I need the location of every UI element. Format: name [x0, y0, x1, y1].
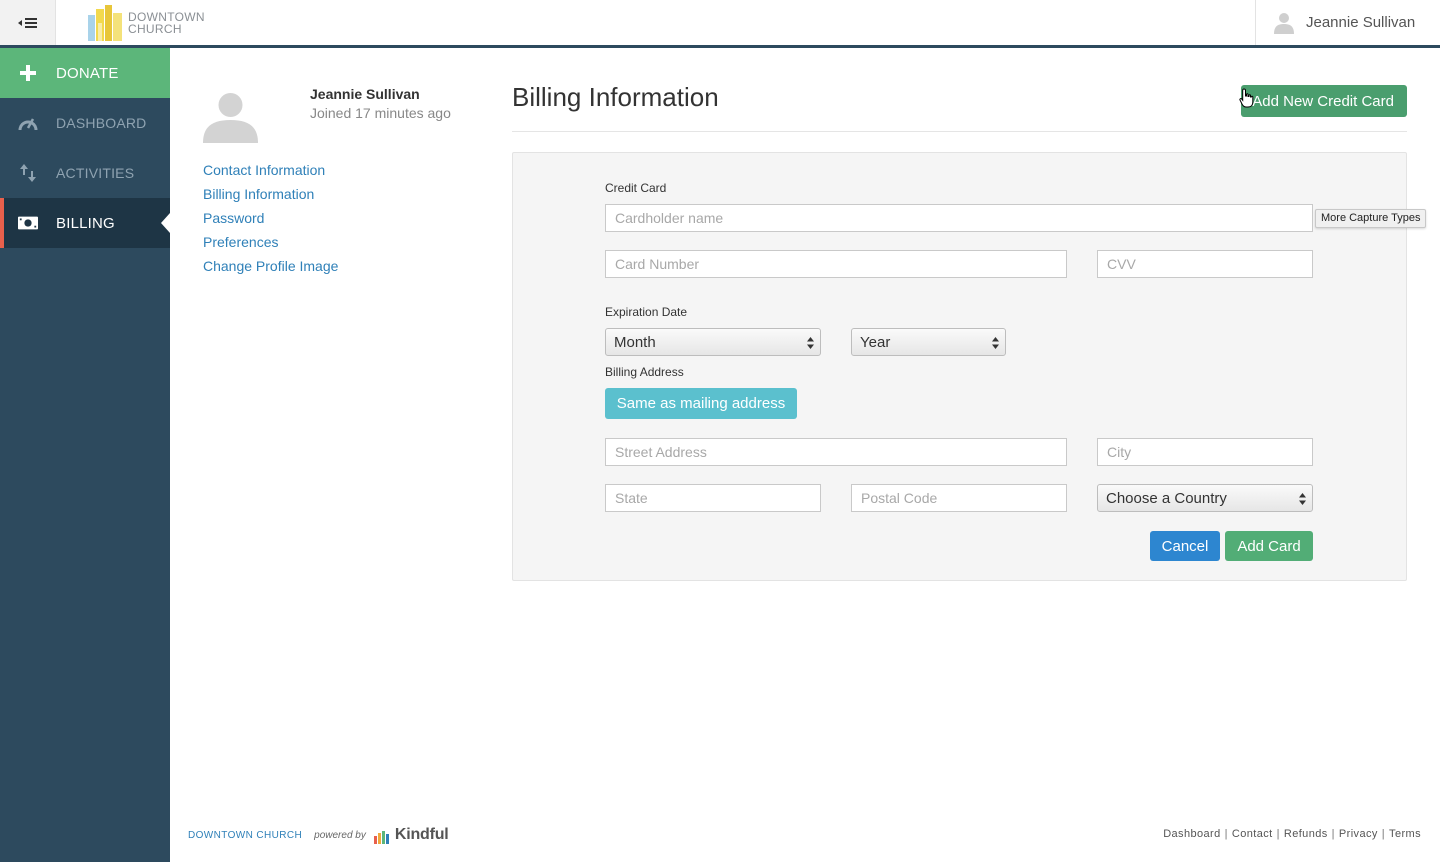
link-preferences[interactable]: Preferences: [203, 234, 278, 250]
sidebar-item-label: BILLING: [56, 214, 115, 232]
sidebar-item-label: DONATE: [56, 64, 119, 82]
link-password[interactable]: Password: [203, 210, 264, 226]
footer-link-dashboard[interactable]: Dashboard: [1163, 828, 1220, 840]
month-select-value: Month: [614, 333, 656, 351]
gauge-icon: [18, 113, 38, 133]
user-avatar-icon: [1274, 12, 1294, 34]
more-capture-types-tooltip: More Capture Types: [1315, 209, 1427, 228]
logo[interactable]: DOWNTOWN CHURCH: [86, 3, 205, 43]
cvv-input[interactable]: [1097, 250, 1313, 278]
year-select[interactable]: Year: [851, 328, 1006, 356]
month-select[interactable]: Month: [605, 328, 821, 356]
credit-card-label: Credit Card: [605, 181, 667, 195]
kindful-wordmark: Kindful: [394, 826, 449, 843]
add-new-credit-card-button[interactable]: Add New Credit Card: [1241, 85, 1407, 117]
footer-separator: |: [1331, 828, 1335, 840]
sidebar-item-donate[interactable]: DONATE: [0, 48, 170, 98]
logo-line-2: CHURCH: [128, 22, 182, 36]
state-input[interactable]: [605, 484, 821, 512]
plus-icon: [18, 63, 38, 83]
card-number-input[interactable]: [605, 250, 1067, 278]
same-as-mailing-address-button[interactable]: Same as mailing address: [605, 388, 797, 419]
sidebar-item-activities[interactable]: ACTIVITIES: [0, 148, 170, 198]
logo-text: DOWNTOWN CHURCH: [128, 11, 205, 35]
country-select[interactable]: Choose a Country: [1097, 484, 1313, 512]
user-silhouette-icon: [203, 93, 258, 143]
collapse-menu-icon: [17, 17, 37, 28]
avatar[interactable]: [203, 88, 258, 143]
profile-joined-text: Joined 17 minutes ago: [310, 105, 451, 121]
select-arrows-icon: [1299, 493, 1306, 505]
link-change-profile-image[interactable]: Change Profile Image: [203, 258, 338, 274]
cancel-button[interactable]: Cancel: [1150, 531, 1220, 561]
kindful-logo[interactable]: Kindful: [373, 826, 449, 844]
sidebar-item-dashboard[interactable]: DASHBOARD: [0, 98, 170, 148]
sidebar: DONATE DASHBOARD ACTIVITIES BILLING: [0, 48, 170, 862]
profile-links: Contact Information Billing Information …: [203, 162, 338, 282]
footer-separator: |: [1381, 828, 1386, 840]
year-select-value: Year: [860, 333, 891, 351]
add-card-button[interactable]: Add Card: [1225, 531, 1313, 561]
select-arrows-icon: [807, 337, 814, 349]
sidebar-toggle-button[interactable]: [0, 0, 56, 45]
link-billing-information[interactable]: Billing Information: [203, 186, 314, 202]
footer-link-privacy[interactable]: Privacy: [1339, 828, 1378, 840]
cardholder-name-input[interactable]: [605, 204, 1313, 232]
church-logo-icon: [88, 5, 122, 41]
postal-code-input[interactable]: [851, 484, 1067, 512]
link-contact-information[interactable]: Contact Information: [203, 162, 325, 178]
footer-separator: |: [1276, 828, 1280, 840]
footer-link-terms[interactable]: Terms: [1389, 828, 1421, 840]
expiration-date-label: Expiration Date: [605, 305, 688, 319]
sidebar-item-billing[interactable]: BILLING: [0, 198, 170, 248]
select-arrows-icon: [992, 337, 999, 349]
main-header: Billing Information Add New Credit Card: [512, 82, 1407, 132]
footer-link-refunds[interactable]: Refunds: [1284, 828, 1328, 840]
transfer-arrows-icon: [18, 163, 38, 183]
footer-org-link[interactable]: DOWNTOWN CHURCH: [188, 830, 302, 841]
sidebar-item-label: DASHBOARD: [56, 115, 147, 131]
street-address-input[interactable]: [605, 438, 1067, 466]
credit-card-form-panel: Credit Card Expiration Date Month Year B…: [512, 152, 1407, 581]
kindful-bars-icon: [373, 831, 389, 844]
top-bar: DOWNTOWN CHURCH Jeannie Sullivan: [0, 0, 1440, 48]
user-name: Jeannie Sullivan: [1306, 14, 1416, 31]
footer-separator: |: [1224, 828, 1228, 840]
billing-address-label: Billing Address: [605, 365, 684, 379]
footer-link-contact[interactable]: Contact: [1232, 828, 1273, 840]
footer-links: Dashboard | Contact | Refunds | Privacy | Terms: [1163, 828, 1421, 840]
country-select-value: Choose a Country: [1106, 489, 1227, 507]
hand-cursor-icon: [1239, 88, 1254, 108]
profile-name: Jeannie Sullivan: [310, 86, 420, 102]
user-menu[interactable]: Jeannie Sullivan: [1255, 0, 1440, 45]
money-icon: [18, 213, 38, 233]
city-input[interactable]: [1097, 438, 1313, 466]
powered-by-text: powered by: [314, 829, 366, 841]
footer-branding: DOWNTOWN CHURCH powered by Kindful: [188, 826, 449, 844]
page-title: Billing Information: [512, 82, 719, 112]
sidebar-item-label: ACTIVITIES: [56, 165, 135, 181]
